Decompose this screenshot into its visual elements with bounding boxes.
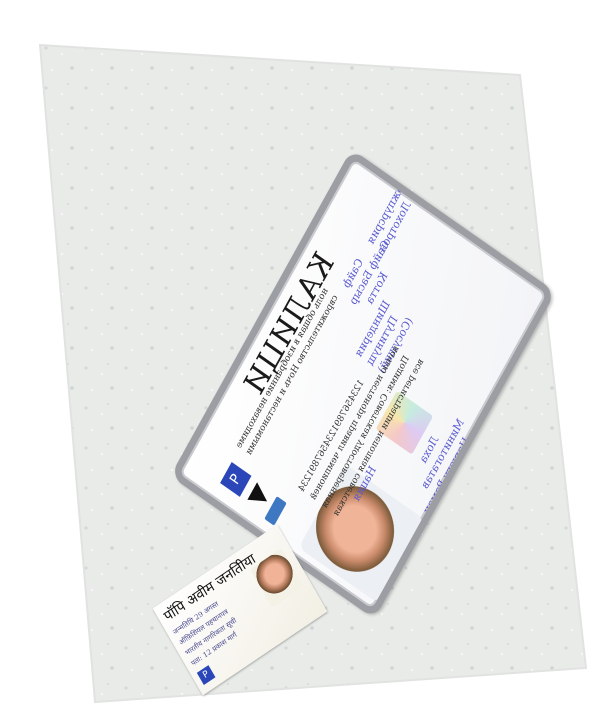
mini-portrait-photo [250, 548, 304, 608]
mini-logo-icon: P [196, 665, 216, 686]
chip-icon [264, 496, 287, 526]
triangle-icon [247, 482, 272, 511]
